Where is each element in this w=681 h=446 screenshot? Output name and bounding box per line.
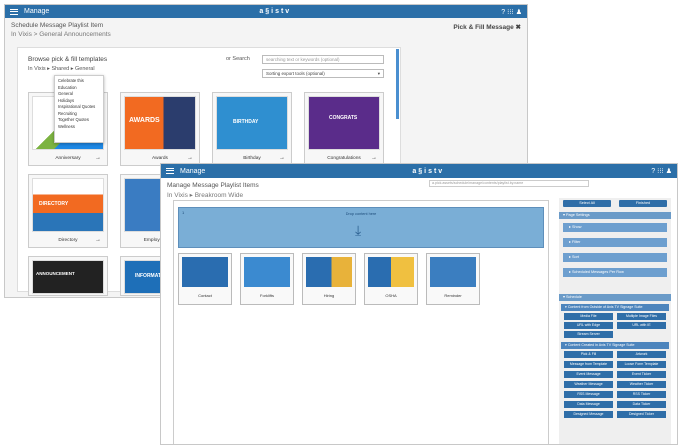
chevron-down-icon: ▾ [377, 71, 380, 76]
template-thumb: CONGRATS [308, 96, 380, 150]
settings-row-per-row[interactable]: ▸ Scheduled Messages Per Row [563, 268, 667, 277]
designed-message-button[interactable]: Designed Message [564, 411, 613, 418]
playlist-item[interactable]: Forklifts [240, 253, 294, 305]
playlist-window: Manage a§istv ? ⁝⁝⁝ ♟ Manage Message Pla… [160, 163, 678, 445]
url-ie-button[interactable]: URL with IE [617, 322, 666, 329]
folder-path[interactable]: In Vixis ▸ Shared ▸ General [28, 66, 95, 72]
menu-icon[interactable] [10, 8, 18, 15]
loose-form-button[interactable]: Loose Form Template [617, 361, 666, 368]
template-thumb: AWARDS [124, 96, 196, 150]
arrow-right-icon[interactable]: → [95, 155, 101, 161]
template-card[interactable]: AWARDS Awards → [120, 92, 200, 166]
item-label: Hiring [323, 293, 335, 298]
drop-text: Drop content here [345, 212, 377, 216]
playlist-area: 1 Drop content here ⤓ Contact Forklifts … [173, 200, 549, 444]
item-label: OSHA [385, 293, 397, 298]
template-card[interactable]: BIRTHDAY Birthday → [212, 92, 292, 166]
multiple-images-button[interactable]: Multiple Image Files [617, 313, 666, 320]
app-logo: a§istv [412, 167, 445, 175]
item-thumb [368, 257, 414, 287]
page-settings-header[interactable]: ▾ Page Settings [559, 212, 671, 219]
data-message-button[interactable]: Data Message [564, 401, 613, 408]
dropdown-item[interactable]: Inspirational Quotes [58, 104, 100, 111]
media-file-button[interactable]: Media File [564, 313, 613, 320]
item-thumb [306, 257, 352, 287]
item-thumb [430, 257, 476, 287]
event-ticker-button[interactable]: Event Ticker [617, 371, 666, 378]
template-card[interactable]: ANNOUNCEMENT [28, 256, 108, 296]
artwork-button[interactable]: Artwork [617, 351, 666, 358]
menu-label[interactable]: Manage [180, 168, 205, 175]
item-label: Contact [198, 293, 212, 298]
template-card[interactable]: CONGRATS Congratulations → [304, 92, 384, 166]
stream-server-button[interactable]: Stream Server [564, 331, 613, 338]
item-label: Forklifts [260, 293, 274, 298]
data-ticker-button[interactable]: Data Ticker [617, 401, 666, 408]
download-icon: ⤓ [355, 222, 362, 238]
playlist-item[interactable]: Reminder [426, 253, 480, 305]
playlist-item[interactable]: Hiring [302, 253, 356, 305]
weather-message-button[interactable]: Weather Message [564, 381, 613, 388]
pick-fill-button[interactable]: Pick & Fill [564, 351, 613, 358]
menu-icon[interactable] [166, 168, 174, 174]
finished-button[interactable]: Finished [619, 200, 667, 207]
item-label: Reminder [444, 293, 462, 298]
arrow-right-icon[interactable]: → [95, 237, 101, 243]
arrow-right-icon[interactable]: → [371, 155, 377, 161]
page-subtitle: Schedule Message Playlist Item [11, 22, 104, 29]
dropdown-item[interactable]: Wellness [58, 124, 100, 131]
address-field[interactable]: a.pick.assets/schedule/manage/contents/p… [429, 180, 589, 187]
message-template-button[interactable]: Message from Template [564, 361, 613, 368]
schedule-header[interactable]: ▾ Schedule [559, 294, 671, 301]
outside-content-header[interactable]: ▾ Content from Outside of Axis TV Signag… [561, 304, 669, 311]
scrollbar[interactable] [396, 49, 399, 119]
browse-title: Browse pick & fill templates [28, 56, 108, 63]
template-thumb: DIRECTORY [32, 178, 104, 232]
menu-label[interactable]: Manage [24, 8, 49, 15]
category-dropdown[interactable]: Celebrate this Education General Holiday… [54, 75, 104, 143]
search-input[interactable]: searching text or keywords (optional) [262, 55, 384, 64]
template-thumb: BIRTHDAY [216, 96, 288, 150]
rss-ticker-button[interactable]: RSS Ticker [617, 391, 666, 398]
designed-ticker-button[interactable]: Designed Ticker [617, 411, 666, 418]
or-search-label: or Search [226, 56, 250, 62]
template-thumb: ANNOUNCEMENT [32, 260, 104, 294]
settings-row-sort[interactable]: ▸ Sort [563, 253, 667, 262]
arrow-right-icon[interactable]: → [187, 155, 193, 161]
created-content-header[interactable]: ▾ Content Created in Axis TV Signage Sui… [561, 342, 669, 349]
rss-message-button[interactable]: RSS Message [564, 391, 613, 398]
page-subtitle: Manage Message Playlist Items [167, 182, 259, 189]
sort-value: Sorting export tools (optional) [266, 71, 325, 76]
arrow-right-icon[interactable]: → [279, 155, 285, 161]
top-bar: Manage a§istv ? ⁝⁝⁝ ♟ [161, 164, 677, 178]
template-card[interactable]: DIRECTORY Directory → [28, 174, 108, 248]
item-thumb [182, 257, 228, 287]
playlist-item[interactable]: Contact [178, 253, 232, 305]
event-message-button[interactable]: Event Message [564, 371, 613, 378]
sidebar: Select All Finished ▾ Page Settings ▸ Sh… [559, 198, 671, 444]
top-icons[interactable]: ? ⁝⁝⁝ ♟ [651, 167, 672, 175]
url-edge-button[interactable]: URL with Edge [564, 322, 613, 329]
select-all-button[interactable]: Select All [563, 200, 611, 207]
sort-select[interactable]: Sorting export tools (optional) ▾ [262, 69, 384, 78]
top-icons[interactable]: ? ⁝⁝⁝ ♟ [501, 8, 522, 16]
top-bar: Manage a§istv ? ⁝⁝⁝ ♟ [5, 5, 527, 18]
app-logo: a§istv [259, 8, 292, 15]
settings-row-filter[interactable]: ▸ Filter [563, 238, 667, 247]
item-thumb [244, 257, 290, 287]
weather-ticker-button[interactable]: Weather Ticker [617, 381, 666, 388]
drop-zone[interactable]: 1 Drop content here ⤓ [178, 207, 544, 248]
breadcrumb[interactable]: In Vixis > General Announcements [5, 29, 527, 40]
playlist-item[interactable]: OSHA [364, 253, 418, 305]
settings-row-show[interactable]: ▸ Show [563, 223, 667, 232]
pick-fill-close[interactable]: Pick & Fill Message ✖ [453, 23, 521, 31]
